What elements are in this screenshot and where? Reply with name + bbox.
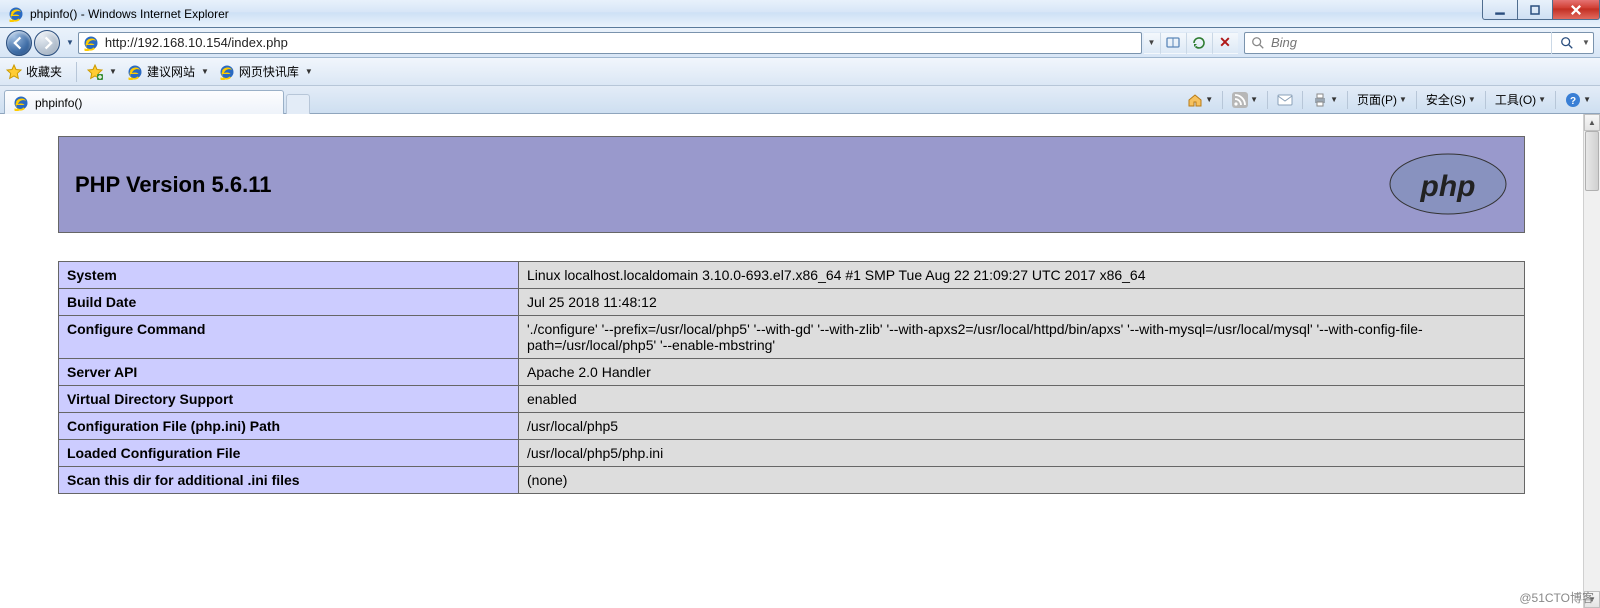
tab-icon: [13, 95, 29, 111]
config-key: Build Date: [59, 289, 519, 316]
close-button[interactable]: [1552, 0, 1600, 20]
rss-icon: [1232, 92, 1248, 108]
link-label: 网页快讯库: [239, 63, 299, 80]
home-icon: [1187, 92, 1203, 108]
config-key: Scan this dir for additional .ini files: [59, 467, 519, 494]
favorites-bar: 收藏夹 ▼ 建议网站 ▼ 网页快讯库 ▼: [0, 58, 1600, 86]
config-value: /usr/local/php5: [519, 413, 1525, 440]
svg-text:?: ?: [1570, 96, 1576, 107]
help-icon: ?: [1565, 92, 1581, 108]
forward-button[interactable]: [34, 30, 60, 56]
page-content: PHP Version 5.6.11 php SystemLinux local…: [0, 114, 1583, 608]
maximize-button[interactable]: [1517, 0, 1553, 20]
feeds-button[interactable]: ▼: [1229, 90, 1261, 110]
table-row: Build DateJul 25 2018 11:48:12: [59, 289, 1525, 316]
config-key: Configure Command: [59, 316, 519, 359]
search-box[interactable]: ▼: [1244, 32, 1594, 54]
page-icon: [83, 35, 99, 51]
table-row: Configuration File (php.ini) Path/usr/lo…: [59, 413, 1525, 440]
url-dropdown[interactable]: ▼: [1144, 32, 1160, 54]
config-key: Virtual Directory Support: [59, 386, 519, 413]
link-web-slice[interactable]: 网页快讯库 ▼: [215, 61, 317, 82]
vertical-scrollbar[interactable]: ▲ ▼: [1583, 114, 1600, 608]
star-add-icon: [87, 64, 103, 80]
config-value: './configure' '--prefix=/usr/local/php5'…: [519, 316, 1525, 359]
scroll-thumb[interactable]: [1585, 131, 1599, 191]
favorites-label[interactable]: 收藏夹: [26, 63, 62, 80]
new-tab-button[interactable]: [286, 94, 310, 114]
address-bar-row: ▼ ▼ ✕ ▼: [0, 28, 1600, 58]
config-value: Linux localhost.localdomain 3.10.0-693.e…: [519, 262, 1525, 289]
tab-title: phpinfo(): [35, 96, 82, 110]
home-button[interactable]: ▼: [1184, 90, 1216, 110]
refresh-button[interactable]: [1186, 32, 1212, 54]
command-bar: ▼ ▼ ▼ 页面(P) ▼ 安全(S) ▼ 工具(O) ▼ ?▼: [1184, 89, 1594, 110]
ie-icon: [8, 6, 24, 22]
table-row: Configure Command'./configure' '--prefix…: [59, 316, 1525, 359]
config-key: Server API: [59, 359, 519, 386]
stop-button[interactable]: ✕: [1212, 32, 1238, 54]
mail-button[interactable]: [1274, 90, 1296, 110]
config-value: (none): [519, 467, 1525, 494]
config-value: /usr/local/php5/php.ini: [519, 440, 1525, 467]
tools-menu[interactable]: 工具(O) ▼: [1492, 89, 1549, 110]
search-icon: [1251, 36, 1265, 50]
window-title: phpinfo() - Windows Internet Explorer: [30, 7, 229, 21]
ie-icon: [219, 64, 235, 80]
link-label: 建议网站: [147, 63, 195, 80]
favorites-star-icon[interactable]: [6, 64, 22, 80]
search-input[interactable]: [1269, 34, 1551, 51]
compat-view-button[interactable]: [1160, 32, 1186, 54]
config-key: Configuration File (php.ini) Path: [59, 413, 519, 440]
back-button[interactable]: [6, 30, 32, 56]
window-titlebar: phpinfo() - Windows Internet Explorer: [0, 0, 1600, 28]
php-logo: php: [1388, 152, 1508, 217]
scroll-up-button[interactable]: ▲: [1584, 114, 1600, 131]
nav-history-dropdown[interactable]: ▼: [66, 38, 74, 47]
config-key: Loaded Configuration File: [59, 440, 519, 467]
phpinfo-header: PHP Version 5.6.11 php: [58, 136, 1525, 233]
address-bar[interactable]: [78, 32, 1142, 54]
watermark: @51CTO博客: [1519, 589, 1594, 606]
phpinfo-table: SystemLinux localhost.localdomain 3.10.0…: [58, 261, 1525, 494]
tab-strip: phpinfo() ▼ ▼ ▼ 页面(P) ▼ 安全(S) ▼ 工具(O) ▼ …: [0, 86, 1600, 114]
table-row: Virtual Directory Supportenabled: [59, 386, 1525, 413]
svg-text:php: php: [1420, 170, 1476, 203]
minimize-button[interactable]: [1482, 0, 1518, 20]
link-suggested-sites[interactable]: 建议网站 ▼: [123, 61, 213, 82]
table-row: SystemLinux localhost.localdomain 3.10.0…: [59, 262, 1525, 289]
search-provider-dropdown[interactable]: ▼: [1579, 38, 1593, 47]
php-version-title: PHP Version 5.6.11: [75, 172, 272, 198]
ie-icon: [127, 64, 143, 80]
table-row: Loaded Configuration File/usr/local/php5…: [59, 440, 1525, 467]
config-value: enabled: [519, 386, 1525, 413]
search-button[interactable]: [1551, 32, 1579, 54]
tab-active[interactable]: phpinfo(): [4, 90, 284, 114]
separator: [76, 62, 77, 82]
config-key: System: [59, 262, 519, 289]
table-row: Server APIApache 2.0 Handler: [59, 359, 1525, 386]
page-menu[interactable]: 页面(P) ▼: [1354, 89, 1410, 110]
config-value: Jul 25 2018 11:48:12: [519, 289, 1525, 316]
table-row: Scan this dir for additional .ini files(…: [59, 467, 1525, 494]
config-value: Apache 2.0 Handler: [519, 359, 1525, 386]
help-button[interactable]: ?▼: [1562, 90, 1594, 110]
printer-icon: [1312, 92, 1328, 108]
add-to-bar-button[interactable]: ▼: [83, 62, 121, 82]
mail-icon: [1277, 92, 1293, 108]
safety-menu[interactable]: 安全(S) ▼: [1423, 89, 1479, 110]
url-input[interactable]: [103, 33, 1141, 53]
print-button[interactable]: ▼: [1309, 90, 1341, 110]
